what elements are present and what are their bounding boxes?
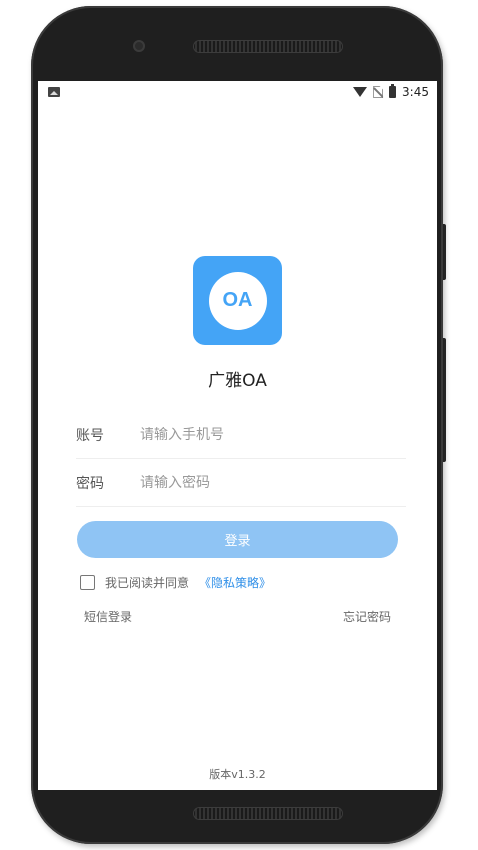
- account-field: 账号: [76, 411, 406, 459]
- login-button[interactable]: 登录: [77, 521, 398, 558]
- password-label: 密码: [76, 475, 104, 492]
- status-time: 3:45: [402, 85, 429, 99]
- forgot-password-link[interactable]: 忘记密码: [343, 608, 391, 625]
- status-bar: 3:45: [38, 81, 437, 103]
- version-label: 版本v1.3.2: [209, 768, 266, 781]
- agreement-text: 我已阅读并同意: [105, 576, 190, 590]
- password-input[interactable]: [140, 474, 380, 491]
- top-speaker: [193, 40, 343, 53]
- bottom-speaker: [193, 807, 343, 820]
- status-icons: 3:45: [353, 84, 429, 99]
- image-icon: [48, 87, 60, 97]
- app-name: 广雅OA: [208, 371, 267, 391]
- agreement-row: 我已阅读并同意 《隐私策略》: [80, 574, 271, 591]
- password-field: 密码: [76, 459, 406, 507]
- privacy-policy-link[interactable]: 《隐私策略》: [199, 574, 271, 591]
- sms-login-link[interactable]: 短信登录: [84, 608, 132, 625]
- app-screen: 3:45 OA 广雅OA 账号 密码 登录 我已阅读并同意 《隐私策略》 短信登…: [38, 81, 437, 790]
- auth-links: 短信登录 忘记密码: [84, 608, 391, 625]
- front-camera: [133, 40, 145, 52]
- agreement-checkbox[interactable]: [80, 575, 95, 590]
- account-input[interactable]: [140, 426, 380, 443]
- battery-icon: [389, 84, 397, 98]
- account-label: 账号: [76, 427, 104, 444]
- app-logo: OA: [193, 256, 282, 345]
- wifi-icon: [353, 87, 368, 97]
- app-logo-mark: OA: [208, 271, 267, 330]
- no-sim-icon: [373, 86, 384, 98]
